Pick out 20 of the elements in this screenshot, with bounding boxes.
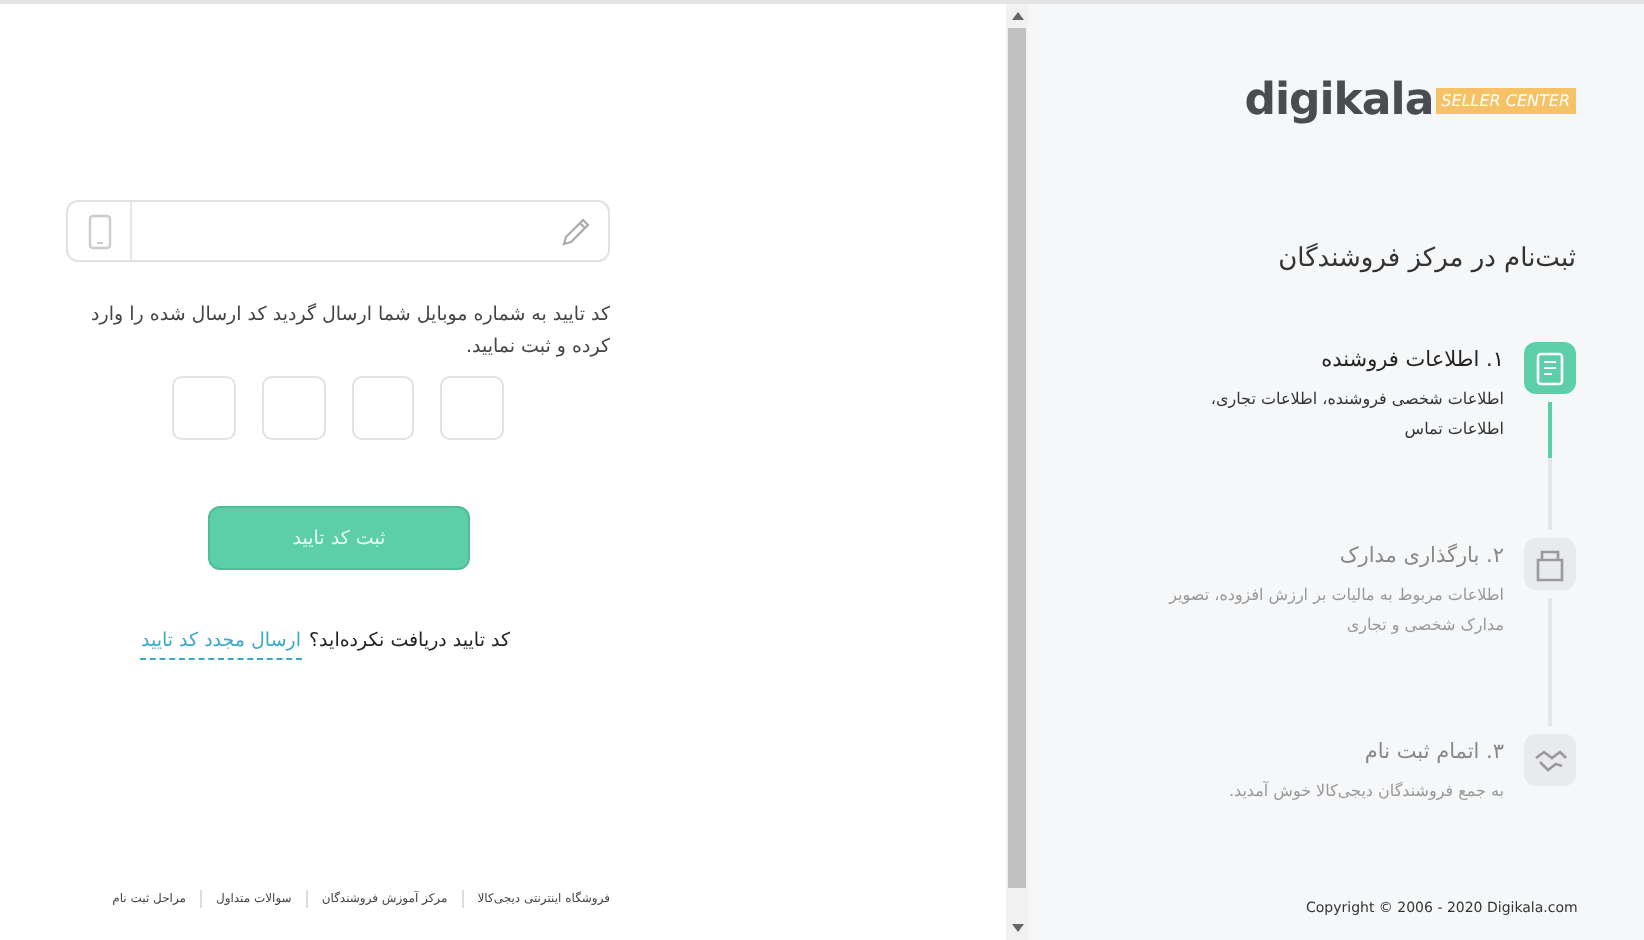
code-digit-field[interactable] (172, 376, 236, 440)
resend-prompt: کد تایید دریافت نکرده‌اید؟ (309, 630, 510, 656)
logo-text: digikala (1244, 76, 1434, 126)
instruction-text: کد تایید به شماره موبایل شما ارسال گردید کد ارسال شده را وارد کرده و ثبت نمایید. (89, 301, 610, 362)
scrollbar-thumb[interactable] (1008, 28, 1026, 888)
step-title: ۱. اطلاعات فروشنده (1319, 348, 1504, 372)
step-description: به جمع فروشندگان دیجی‌کالا خوش آمدید. (1226, 779, 1504, 804)
step-title: ۳. اتمام ثبت نام (1362, 740, 1504, 764)
step-description: اطلاعات مربوط به مالیات بر ارزش افزوده، تصویر مدارک شخصی و تجاری (1166, 584, 1504, 638)
code-digit-field[interactable] (440, 376, 504, 440)
code-digit-field[interactable] (261, 376, 325, 440)
scrollbar[interactable] (1006, 4, 1028, 940)
step-description: اطلاعات شخصی فروشنده، اطلاعات تجاری، اطلاعات تماس (1208, 388, 1504, 442)
mobile-icon (87, 213, 111, 249)
phone-field[interactable] (66, 200, 610, 262)
page-title: ثبت‌نام در مرکز فروشندگان (1276, 244, 1576, 274)
pencil-icon (560, 215, 592, 247)
step-title: ۲. بارگذاری مدارک (1337, 544, 1504, 568)
logo-badge: SELLER CENTER (1435, 88, 1576, 114)
code-digit-field[interactable] (351, 376, 415, 440)
